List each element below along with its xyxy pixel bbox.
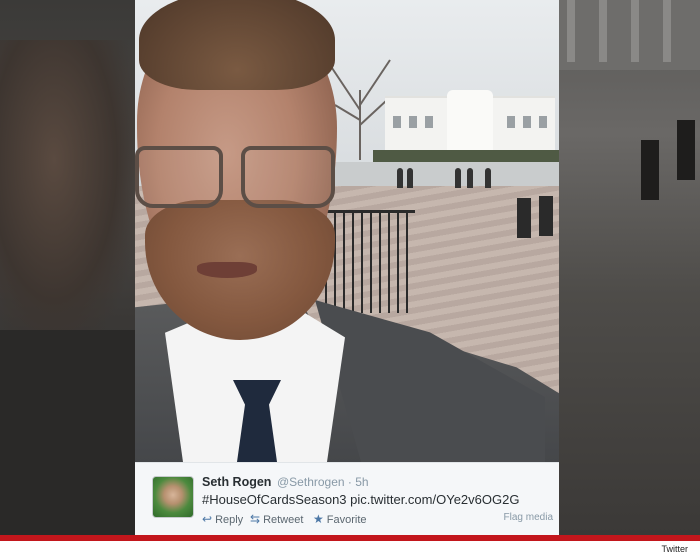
reply-label: Reply bbox=[215, 514, 244, 526]
photo-credit: Twitter bbox=[661, 544, 688, 554]
tweet-author-handle[interactable]: @Sethrogen · 5h bbox=[277, 475, 369, 489]
tweet-text: #HouseOfCardsSeason3 pic.twitter.com/OYe… bbox=[202, 492, 520, 507]
retweet-label: Retweet bbox=[263, 514, 304, 526]
tweet-time: · 5h bbox=[347, 475, 369, 489]
glasses-icon bbox=[135, 146, 335, 208]
blurred-background-right bbox=[559, 0, 700, 535]
blurred-background-left bbox=[0, 0, 135, 535]
retweet-icon: ⇆ bbox=[250, 512, 261, 526]
flag-media-link[interactable]: Flag media bbox=[504, 512, 553, 523]
tweet-card: Seth Rogen @Sethrogen · 5h #HouseOfCards… bbox=[135, 462, 559, 536]
retweet-button[interactable]: ⇆ Retweet bbox=[250, 512, 303, 526]
barricade-fence bbox=[325, 210, 415, 313]
favorite-label: Favorite bbox=[326, 514, 367, 526]
star-icon: ★ bbox=[313, 512, 324, 526]
selfie-photo bbox=[135, 0, 559, 462]
white-house-building bbox=[385, 90, 555, 158]
avatar[interactable] bbox=[152, 476, 194, 518]
tweet-author-name[interactable]: Seth Rogen bbox=[202, 475, 271, 489]
brand-bar bbox=[0, 535, 700, 541]
reply-button[interactable]: ↩ Reply bbox=[202, 512, 243, 526]
reply-arrow-icon: ↩ bbox=[202, 512, 213, 526]
favorite-button[interactable]: ★ Favorite bbox=[313, 512, 367, 526]
handle-text: @Sethrogen bbox=[277, 475, 345, 489]
hair bbox=[139, 0, 335, 90]
